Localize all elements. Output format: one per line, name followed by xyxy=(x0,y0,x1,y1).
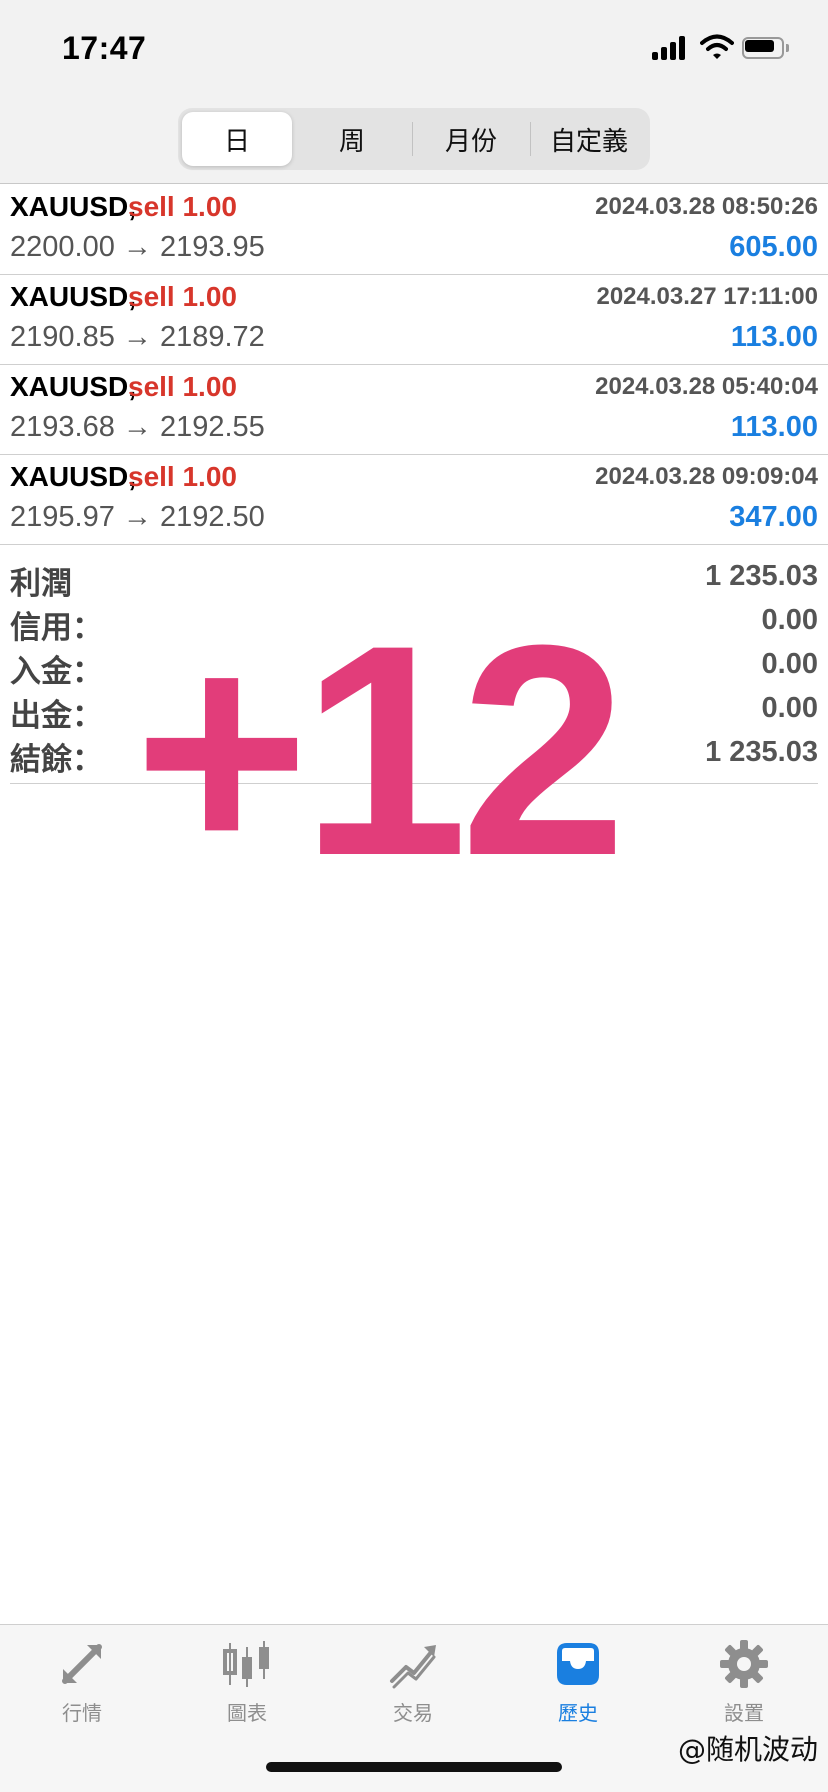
history-inbox-icon xyxy=(557,1643,599,1685)
tab-label: 設置 xyxy=(724,1701,764,1725)
trade-time: 2024.03.27 17:11:00 xyxy=(596,283,818,310)
trade-symbol: XAUUSD, xyxy=(10,281,137,312)
battery-icon xyxy=(742,37,790,59)
tab-history[interactable]: 歷史 xyxy=(523,1639,633,1739)
period-tab-week[interactable]: 周 xyxy=(296,112,408,166)
trade-profit: 347.00 xyxy=(729,501,818,533)
gear-icon xyxy=(720,1640,768,1688)
summary-value: 1 235.03 xyxy=(705,736,818,768)
trade-side: sell 1.00 xyxy=(128,461,237,492)
trade-prices: 2193.68 → 2192.55 xyxy=(10,411,265,443)
trade-profit: 113.00 xyxy=(730,411,818,443)
candlestick-chart-icon xyxy=(223,1641,269,1687)
tab-label: 行情 xyxy=(62,1701,102,1725)
summary-label: 入金： xyxy=(10,654,103,690)
summary-value: 1 235.03 xyxy=(705,560,818,592)
tab-settings[interactable]: 設置 xyxy=(689,1639,799,1739)
summary-value: 0.00 xyxy=(761,604,818,636)
trade-time: 2024.03.28 09:09:04 xyxy=(595,463,818,490)
summary-label: 結餘： xyxy=(10,742,103,778)
tab-chart[interactable]: 圖表 xyxy=(192,1639,302,1739)
summary-label: 信用： xyxy=(10,610,103,646)
tab-trade[interactable]: 交易 xyxy=(358,1639,468,1739)
trade-symbol: XAUUSD, xyxy=(10,371,137,402)
trade-row[interactable]: XAUUSD, sell 1.00 2024.03.27 17:11:00 21… xyxy=(0,275,828,365)
trade-time: 2024.03.28 05:40:04 xyxy=(595,373,818,400)
trade-prices: 2200.00 → 2193.95 xyxy=(10,231,265,263)
period-tab-month[interactable]: 月份 xyxy=(414,112,528,166)
overlay-annotation: +12 xyxy=(134,582,627,918)
summary-value: 0.00 xyxy=(761,648,818,680)
trade-side: sell 1.00 xyxy=(128,281,237,312)
status-time: 17:47 xyxy=(62,30,147,66)
trade-profit: 605.00 xyxy=(729,231,818,263)
tab-quotes[interactable]: 行情 xyxy=(27,1639,137,1739)
trade-prices: 2195.97 → 2192.50 xyxy=(10,501,265,533)
header: 日 周 月份 自定義 xyxy=(0,92,828,184)
trade-symbol: XAUUSD, xyxy=(10,461,137,492)
trade-row[interactable]: XAUUSD, sell 1.00 2024.03.28 05:40:04 21… xyxy=(0,365,828,455)
trade-symbol: XAUUSD, xyxy=(10,191,137,222)
trade-side: sell 1.00 xyxy=(128,371,237,402)
trade-time: 2024.03.28 08:50:26 xyxy=(595,193,818,220)
summary-value: 0.00 xyxy=(761,692,818,724)
trade-profit: 113.00 xyxy=(730,321,818,353)
period-tab-custom[interactable]: 自定義 xyxy=(532,112,646,166)
trade-trend-icon xyxy=(390,1645,436,1689)
tab-label: 交易 xyxy=(393,1701,433,1725)
trade-history-list: XAUUSD, sell 1.00 2024.03.28 08:50:26 22… xyxy=(0,185,828,545)
segment-divider xyxy=(412,122,413,156)
watermark: @随机波动 xyxy=(677,1733,818,1766)
tab-label: 歷史 xyxy=(558,1701,598,1725)
quotes-arrows-icon xyxy=(62,1644,102,1684)
home-indicator[interactable] xyxy=(266,1762,562,1772)
trade-prices: 2190.85 → 2189.72 xyxy=(10,321,265,353)
summary-label: 出金： xyxy=(10,698,103,734)
trade-side: sell 1.00 xyxy=(128,191,237,222)
trade-row[interactable]: XAUUSD, sell 1.00 2024.03.28 08:50:26 22… xyxy=(0,185,828,275)
segment-divider xyxy=(530,122,531,156)
summary-label: 利潤 xyxy=(10,566,72,602)
period-tab-day[interactable]: 日 xyxy=(182,112,292,166)
period-segmented-control: 日 周 月份 自定義 xyxy=(178,108,650,170)
trade-row[interactable]: XAUUSD, sell 1.00 2024.03.28 09:09:04 21… xyxy=(0,455,828,545)
wifi-icon xyxy=(700,34,734,59)
cellular-signal-icon xyxy=(652,36,690,60)
status-bar: 17:47 xyxy=(0,0,828,92)
tab-label: 圖表 xyxy=(227,1701,267,1725)
